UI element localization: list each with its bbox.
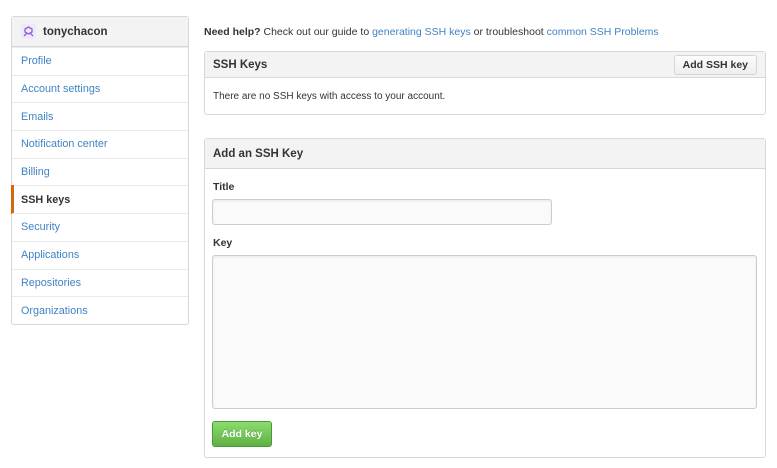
help-text-part1: Check out our guide to: [260, 26, 373, 38]
help-text: Need help? Check out our guide to genera…: [204, 26, 659, 38]
ssh-keys-header: SSH Keys Add SSH key: [205, 52, 765, 78]
add-ssh-key-panel: Add an SSH Key Title Key Add key: [204, 138, 766, 458]
add-ssh-key-button[interactable]: Add SSH key: [673, 54, 757, 75]
add-ssh-key-title: Add an SSH Key: [213, 147, 304, 160]
ssh-keys-title: SSH Keys: [213, 58, 268, 71]
sidebar-item-security[interactable]: Security: [12, 213, 188, 241]
add-ssh-key-header: Add an SSH Key: [205, 139, 765, 169]
key-textarea[interactable]: [212, 255, 757, 409]
sidebar-item-notification-center[interactable]: Notification center: [12, 130, 188, 158]
generating-ssh-keys-link[interactable]: generating SSH keys: [372, 26, 471, 38]
title-input[interactable]: [212, 199, 552, 225]
user-avatar-icon: [23, 26, 34, 37]
sidebar-item-ssh-keys[interactable]: SSH keys: [11, 185, 188, 214]
sidebar-item-repositories[interactable]: Repositories: [12, 268, 188, 297]
sidebar-item-profile[interactable]: Profile: [12, 47, 188, 75]
help-prefix: Need help?: [204, 26, 261, 38]
add-key-button[interactable]: Add key: [212, 421, 272, 447]
sidebar-username[interactable]: tonychacon: [43, 26, 108, 38]
sidebar-item-billing[interactable]: Billing: [12, 157, 188, 186]
ssh-keys-panel: SSH Keys Add SSH key There are no SSH ke…: [204, 51, 766, 115]
settings-sidebar: tonychacon Profile Account settings Emai…: [11, 16, 189, 325]
sidebar-header: tonychacon: [12, 17, 188, 47]
sidebar-item-emails[interactable]: Emails: [12, 102, 188, 130]
key-label: Key: [213, 237, 233, 249]
ssh-keys-empty-message: There are no SSH keys with access to you…: [213, 91, 446, 102]
help-text-part2: or troubleshoot: [470, 26, 547, 38]
avatar: [21, 24, 36, 39]
sidebar-item-organizations[interactable]: Organizations: [12, 296, 188, 324]
sidebar-item-applications[interactable]: Applications: [12, 240, 188, 269]
common-ssh-problems-link[interactable]: common SSH Problems: [547, 26, 659, 38]
title-label: Title: [213, 181, 235, 193]
sidebar-item-account-settings[interactable]: Account settings: [12, 74, 188, 103]
